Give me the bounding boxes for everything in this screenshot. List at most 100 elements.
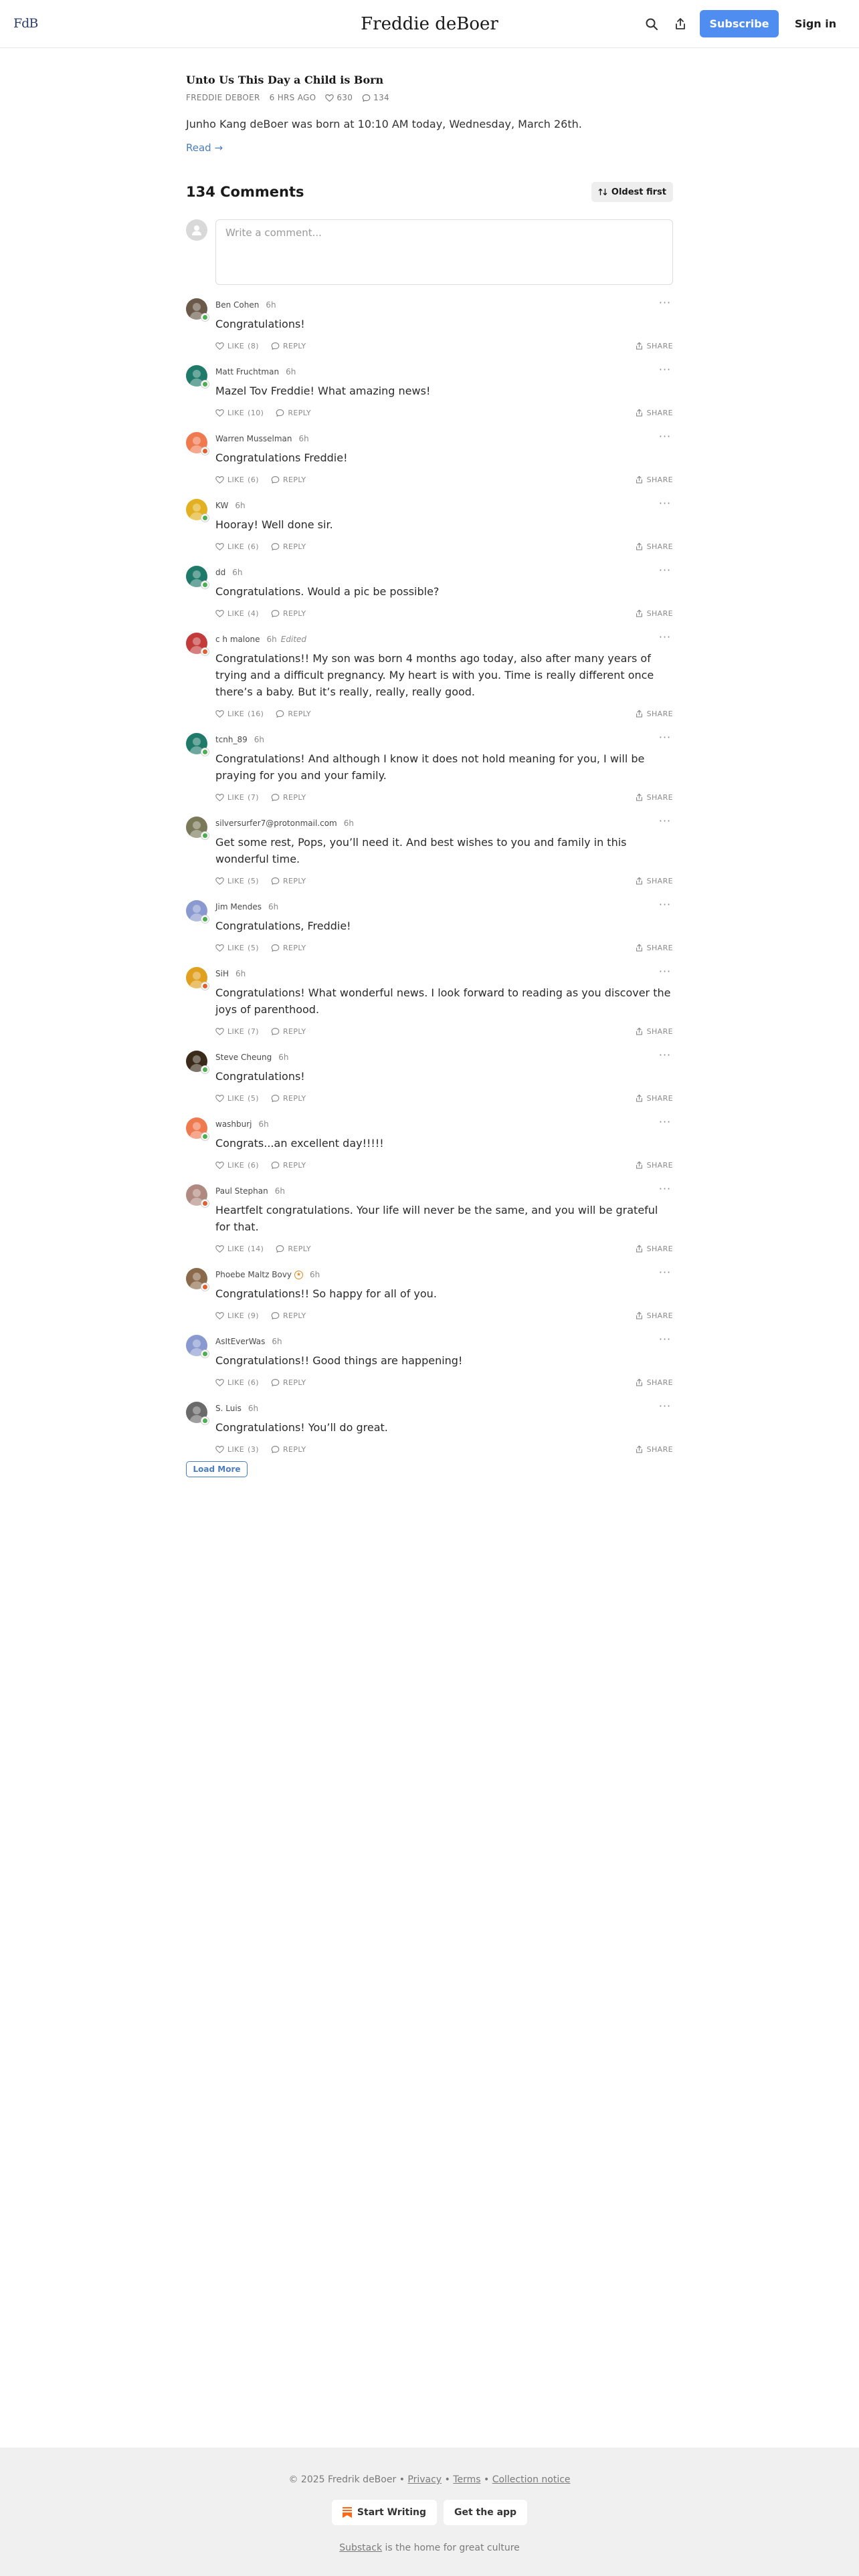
like-button[interactable]: LIKE (16) (215, 710, 264, 718)
collection-notice-link[interactable]: Collection notice (492, 2474, 571, 2485)
commenter-name[interactable]: AsItEverWas (215, 1335, 265, 1348)
commenter-name[interactable]: S. Luis (215, 1402, 242, 1415)
post-title[interactable]: Unto Us This Day a Child is Born (186, 72, 673, 88)
like-button[interactable]: LIKE (5) (215, 944, 259, 952)
reply-button[interactable]: REPLY (271, 342, 306, 350)
share-button[interactable]: SHARE (635, 874, 673, 887)
more-options-icon[interactable]: ··· (657, 431, 673, 445)
more-options-icon[interactable]: ··· (657, 1184, 673, 1198)
share-button[interactable]: SHARE (635, 707, 673, 720)
more-options-icon[interactable]: ··· (657, 732, 673, 746)
reply-button[interactable]: REPLY (271, 1445, 306, 1454)
more-options-icon[interactable]: ··· (657, 565, 673, 579)
reply-button[interactable]: REPLY (276, 409, 311, 417)
privacy-link[interactable]: Privacy (407, 2474, 442, 2485)
more-options-icon[interactable]: ··· (657, 966, 673, 980)
load-more-button[interactable]: Load More (186, 1461, 248, 1477)
commenter-name[interactable]: Paul Stephan (215, 1184, 268, 1198)
like-button[interactable]: LIKE (5) (215, 877, 259, 885)
substack-link[interactable]: Substack (339, 2543, 382, 2553)
comment-time[interactable]: 6h (268, 900, 278, 914)
share-button[interactable]: SHARE (635, 1442, 673, 1456)
like-button[interactable]: LIKE (6) (215, 475, 259, 484)
commenter-name[interactable]: silversurfer7@protonmail.com (215, 817, 337, 830)
comment-time[interactable]: 6h (235, 967, 246, 980)
like-button[interactable]: LIKE (6) (215, 1378, 259, 1387)
comment-time[interactable]: 6h (272, 1335, 282, 1348)
like-button[interactable]: LIKE (7) (215, 793, 259, 802)
comment-time[interactable]: 6h (267, 633, 277, 646)
share-button[interactable]: SHARE (635, 1376, 673, 1389)
like-button[interactable]: LIKE (3) (215, 1445, 259, 1454)
more-options-icon[interactable]: ··· (657, 1117, 673, 1131)
comment-time[interactable]: 6h (344, 817, 354, 830)
post-comments[interactable]: 134 (362, 93, 389, 102)
commenter-name[interactable]: Jim Mendes (215, 900, 262, 914)
more-options-icon[interactable]: ··· (657, 498, 673, 512)
commenter-name[interactable]: dd (215, 566, 225, 579)
comment-time[interactable]: 6h (298, 432, 308, 445)
reply-button[interactable]: REPLY (271, 1161, 306, 1170)
commenter-name[interactable]: tcnh_89 (215, 733, 248, 746)
commenter-name[interactable]: SiH (215, 967, 229, 980)
reply-button[interactable]: REPLY (271, 1094, 306, 1103)
share-button[interactable]: SHARE (635, 1242, 673, 1255)
share-button[interactable]: SHARE (635, 1158, 673, 1172)
more-options-icon[interactable]: ··· (657, 899, 673, 914)
share-button[interactable]: SHARE (635, 473, 673, 486)
like-button[interactable]: LIKE (4) (215, 609, 259, 618)
share-button[interactable]: SHARE (635, 540, 673, 553)
terms-link[interactable]: Terms (453, 2474, 480, 2485)
more-options-icon[interactable]: ··· (657, 1334, 673, 1348)
like-button[interactable]: LIKE (10) (215, 409, 264, 417)
share-icon[interactable] (671, 15, 690, 33)
like-button[interactable]: LIKE (6) (215, 542, 259, 551)
read-link[interactable]: Read → (186, 140, 223, 155)
more-options-icon[interactable]: ··· (657, 1401, 673, 1415)
reply-button[interactable]: REPLY (271, 475, 306, 484)
comment-time[interactable]: 6h (232, 566, 242, 579)
reply-button[interactable]: REPLY (271, 877, 306, 885)
commenter-name[interactable]: Warren Musselman (215, 432, 292, 445)
post-author[interactable]: FREDDIE DEBOER (186, 93, 260, 102)
share-button[interactable]: SHARE (635, 607, 673, 620)
like-button[interactable]: LIKE (5) (215, 1094, 259, 1103)
share-button[interactable]: SHARE (635, 941, 673, 954)
like-button[interactable]: LIKE (6) (215, 1161, 259, 1170)
more-options-icon[interactable]: ··· (657, 1050, 673, 1064)
reply-button[interactable]: REPLY (271, 609, 306, 618)
commenter-name[interactable]: Steve Cheung (215, 1051, 272, 1064)
start-writing-button[interactable]: Start Writing (331, 2500, 437, 2525)
subscribe-button[interactable]: Subscribe (700, 10, 779, 37)
like-button[interactable]: LIKE (14) (215, 1245, 264, 1253)
comment-time[interactable]: 6h (259, 1117, 269, 1131)
share-button[interactable]: SHARE (635, 1091, 673, 1105)
commenter-name[interactable]: KW (215, 499, 228, 512)
reply-button[interactable]: REPLY (271, 1311, 306, 1320)
commenter-name[interactable]: c h malone (215, 633, 260, 646)
comment-time[interactable]: 6h (278, 1051, 288, 1064)
more-options-icon[interactable]: ··· (657, 1267, 673, 1281)
reply-button[interactable]: REPLY (276, 710, 311, 718)
more-options-icon[interactable]: ··· (657, 298, 673, 312)
sign-in-button[interactable]: Sign in (787, 10, 844, 37)
like-button[interactable]: LIKE (7) (215, 1027, 259, 1036)
share-button[interactable]: SHARE (635, 1309, 673, 1322)
like-button[interactable]: LIKE (9) (215, 1311, 259, 1320)
comment-time[interactable]: 6h (286, 365, 296, 379)
sort-dropdown[interactable]: Oldest first (591, 182, 673, 202)
share-button[interactable]: SHARE (635, 790, 673, 804)
get-app-button[interactable]: Get the app (444, 2500, 528, 2525)
comment-time[interactable]: 6h (310, 1268, 320, 1281)
commenter-name[interactable]: Ben Cohen (215, 298, 259, 312)
comment-time[interactable]: 6h (248, 1402, 258, 1415)
comment-time[interactable]: 6h (275, 1184, 285, 1198)
commenter-name[interactable]: washburj (215, 1117, 252, 1131)
more-options-icon[interactable]: ··· (657, 632, 673, 646)
share-button[interactable]: SHARE (635, 1025, 673, 1038)
more-options-icon[interactable]: ··· (657, 816, 673, 830)
comment-time[interactable]: 6h (235, 499, 245, 512)
reply-button[interactable]: REPLY (271, 1378, 306, 1387)
reply-button[interactable]: REPLY (271, 793, 306, 802)
comment-time[interactable]: 6h (266, 298, 276, 312)
